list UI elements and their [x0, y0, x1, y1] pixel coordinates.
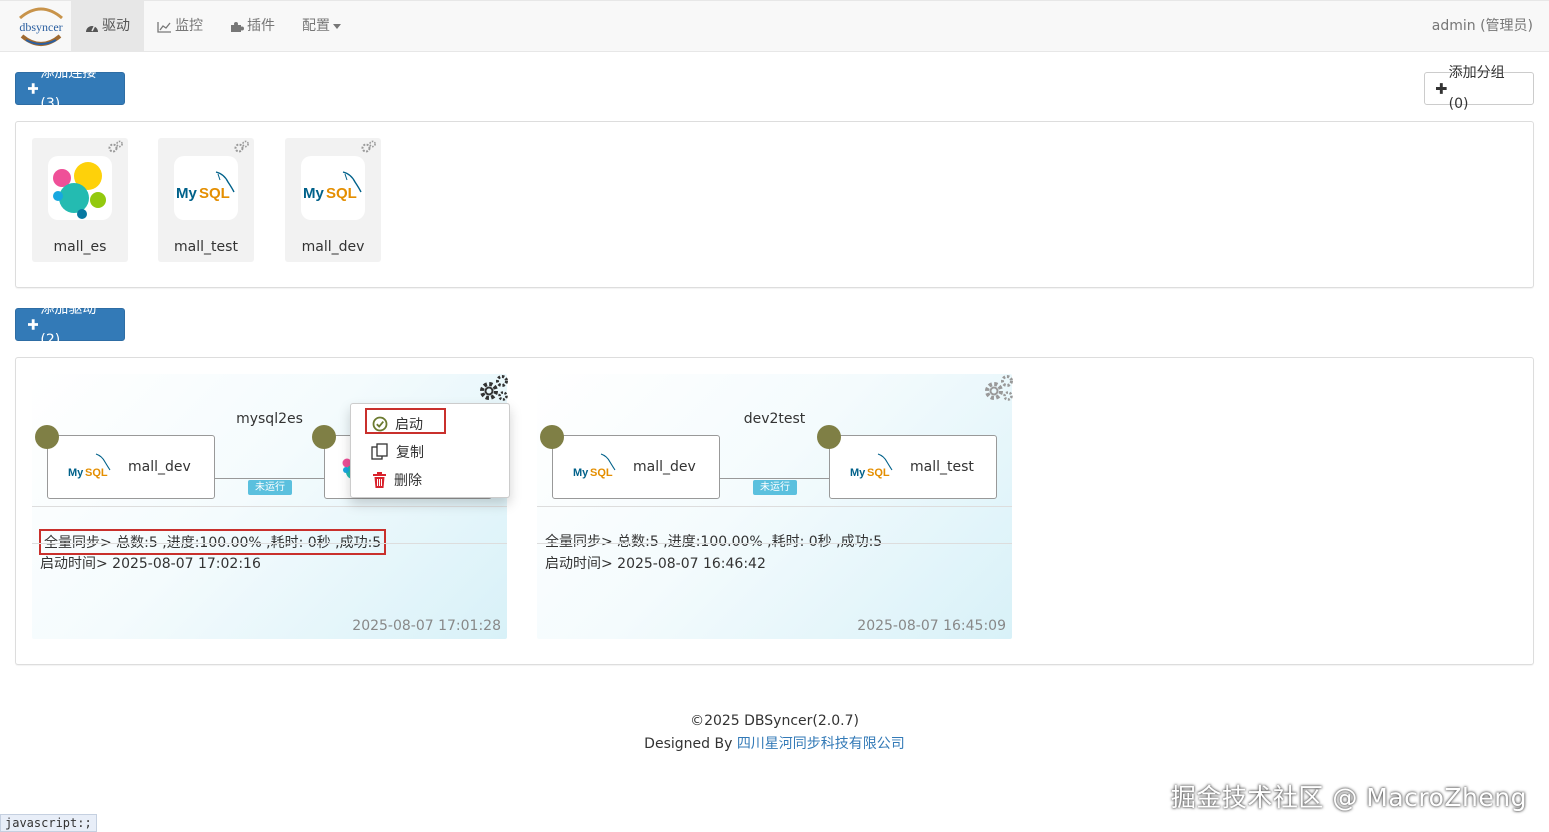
nav-item-driver[interactable]: 驱动 [71, 1, 144, 52]
status-badge: 未运行 [248, 480, 292, 495]
trash-icon [373, 472, 386, 488]
menu-item-start[interactable]: 启动 [372, 414, 423, 434]
driver-title: dev2test [743, 411, 806, 427]
gears-icon[interactable] [234, 140, 250, 154]
menu-item-copy[interactable]: 复制 [371, 442, 424, 462]
menu-item-delete[interactable]: 删除 [372, 470, 422, 490]
connection-line [720, 478, 829, 479]
add-connection-button[interactable]: 添加连接(3) [15, 65, 125, 112]
svg-text:SQL: SQL [590, 467, 613, 479]
dashboard-icon [86, 24, 98, 32]
connection-name: mall_test [174, 239, 238, 255]
check-circle-icon [372, 416, 388, 432]
drivers-panel: mysql2es My SQL mall_dev 未运行 全量同步> 总数:5 … [15, 357, 1534, 665]
plus-icon [28, 319, 39, 330]
menu-item-label: 删除 [394, 473, 422, 489]
add-group-label: 添加分组(0) [1448, 64, 1505, 112]
source-node[interactable]: My SQL mall_dev [47, 435, 215, 499]
nav-item-monitor[interactable]: 监控 [143, 1, 217, 52]
chart-icon [157, 21, 171, 33]
mysql-logo: My SQL [68, 453, 111, 479]
svg-text:My: My [176, 185, 197, 202]
plugin-icon [231, 21, 244, 32]
mysql-logo: My SQL [174, 156, 238, 220]
source-name: mall_dev [128, 459, 191, 475]
sync-summary: 全量同步> 总数:5 ,进度:100.00% ,耗时: 0秒 ,成功:5 [545, 534, 883, 550]
menu-item-label: 启动 [395, 417, 423, 433]
add-driver-label: 添加驱动(2) [40, 300, 97, 348]
target-connector-dot[interactable] [312, 425, 336, 449]
svg-text:My: My [850, 467, 866, 479]
divider [32, 506, 507, 507]
gears-icon[interactable] [983, 374, 1015, 404]
driver-card[interactable]: dev2test My SQL mall_dev 未运行 My SQL mall… [537, 374, 1015, 639]
nav-label: 配置 [302, 18, 330, 34]
target-node[interactable]: My SQL mall_test [829, 435, 997, 499]
elasticsearch-logo [48, 156, 112, 220]
nav-item-config[interactable]: 配置 [288, 1, 355, 52]
user-menu[interactable]: admin (管理员) [1432, 1, 1533, 52]
svg-text:My: My [573, 467, 589, 479]
source-connector-dot[interactable] [540, 425, 564, 449]
divider [32, 543, 507, 544]
connection-card[interactable]: My SQL mall_dev [285, 138, 381, 262]
connection-card[interactable]: mall_es [32, 138, 128, 262]
source-node[interactable]: My SQL mall_dev [552, 435, 720, 499]
connection-line [215, 478, 324, 479]
divider [537, 506, 1012, 507]
status-badge: 未运行 [753, 480, 797, 495]
brand-logo[interactable]: dbsyncer [14, 4, 68, 50]
navbar: dbsyncer 驱动 监控 插件 配置 admin (管理员) [0, 0, 1549, 52]
plus-icon [28, 83, 39, 94]
nav-label: 驱动 [102, 18, 130, 34]
plus-icon [1436, 83, 1447, 94]
connection-name: mall_es [53, 239, 107, 255]
footer-copyright: ©2025 DBSyncer(2.0.7) [690, 713, 859, 729]
caret-down-icon [333, 24, 341, 29]
gears-icon[interactable] [108, 140, 124, 154]
copy-icon [371, 443, 388, 460]
watermark: 掘金技术社区 @ MacroZheng [1170, 783, 1527, 812]
driver-context-menu: 启动 复制 删除 [350, 403, 510, 498]
browser-status-bar: javascript:; [0, 814, 97, 832]
mysql-logo: My SQL [301, 156, 365, 220]
gears-icon[interactable] [478, 374, 510, 404]
nav-item-plugin[interactable]: 插件 [216, 1, 289, 52]
start-time: 启动时间> 2025-08-07 16:46:42 [545, 556, 766, 572]
updated-time: 2025-08-07 16:45:09 [857, 618, 1006, 634]
svg-text:SQL: SQL [85, 467, 108, 479]
gears-icon[interactable] [361, 140, 377, 154]
mysql-logo: My SQL [573, 453, 616, 479]
sync-summary: 全量同步> 总数:5 ,进度:100.00% ,耗时: 0秒 ,成功:5 [39, 529, 387, 555]
connection-name: mall_dev [301, 239, 365, 255]
source-connector-dot[interactable] [35, 425, 59, 449]
nav-label: 插件 [247, 18, 275, 34]
company-link[interactable]: 四川星河同步科技有限公司 [737, 736, 905, 752]
add-connection-label: 添加连接(3) [40, 64, 97, 112]
add-driver-button[interactable]: 添加驱动(2) [15, 301, 125, 348]
divider [537, 543, 1012, 544]
svg-text:SQL: SQL [199, 185, 230, 202]
footer-designed-label: Designed By [644, 736, 733, 752]
target-connector-dot[interactable] [817, 425, 841, 449]
add-group-button[interactable]: 添加分组(0) [1424, 65, 1534, 112]
brand-text: dbsyncer [19, 20, 62, 34]
svg-text:SQL: SQL [867, 467, 890, 479]
svg-text:My: My [68, 467, 84, 479]
mysql-logo: My SQL [850, 453, 893, 479]
svg-text:SQL: SQL [326, 185, 357, 202]
menu-item-label: 复制 [396, 445, 424, 461]
source-name: mall_dev [633, 459, 696, 475]
target-name: mall_test [910, 459, 974, 475]
footer-designed: Designed By 四川星河同步科技有限公司 [0, 733, 1549, 753]
svg-text:My: My [303, 185, 324, 202]
start-time: 启动时间> 2025-08-07 17:02:16 [40, 556, 261, 572]
connection-card[interactable]: My SQL mall_test [158, 138, 254, 262]
nav-label: 监控 [175, 18, 203, 34]
updated-time: 2025-08-07 17:01:28 [352, 618, 501, 634]
connections-panel: mall_es My SQL mall_test My SQL mall_dev [15, 121, 1534, 288]
